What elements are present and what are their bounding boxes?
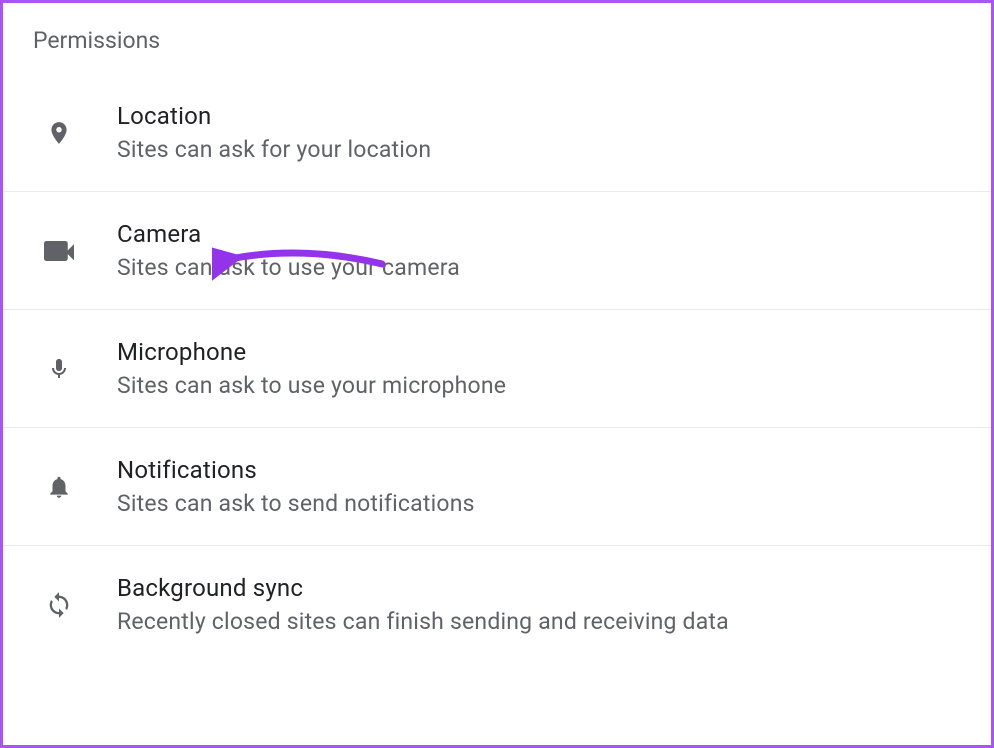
- permission-subtitle: Recently closed sites can finish sending…: [117, 608, 729, 635]
- permission-item-background-sync[interactable]: Background sync Recently closed sites ca…: [3, 546, 991, 663]
- permissions-panel: Permissions Location Sites can ask for y…: [0, 0, 994, 748]
- permission-subtitle: Sites can ask to send notifications: [117, 490, 475, 517]
- permission-text: Microphone Sites can ask to use your mic…: [117, 338, 506, 399]
- microphone-icon: [43, 353, 75, 385]
- permission-text: Location Sites can ask for your location: [117, 102, 431, 163]
- permission-title: Microphone: [117, 338, 506, 366]
- permission-list: Location Sites can ask for your location…: [3, 66, 991, 663]
- permission-item-camera[interactable]: Camera Sites can ask to use your camera: [3, 192, 991, 310]
- permission-text: Camera Sites can ask to use your camera: [117, 220, 460, 281]
- sync-icon: [43, 589, 75, 621]
- permission-title: Location: [117, 102, 431, 130]
- location-icon: [43, 117, 75, 149]
- permission-subtitle: Sites can ask to use your camera: [117, 254, 460, 281]
- permission-text: Background sync Recently closed sites ca…: [117, 574, 729, 635]
- permission-subtitle: Sites can ask for your location: [117, 136, 431, 163]
- permission-item-microphone[interactable]: Microphone Sites can ask to use your mic…: [3, 310, 991, 428]
- permission-subtitle: Sites can ask to use your microphone: [117, 372, 506, 399]
- permission-title: Background sync: [117, 574, 729, 602]
- permission-item-location[interactable]: Location Sites can ask for your location: [3, 66, 991, 192]
- permission-item-notifications[interactable]: Notifications Sites can ask to send noti…: [3, 428, 991, 546]
- camera-icon: [43, 235, 75, 267]
- permission-text: Notifications Sites can ask to send noti…: [117, 456, 475, 517]
- notifications-icon: [43, 471, 75, 503]
- permission-title: Camera: [117, 220, 460, 248]
- permission-title: Notifications: [117, 456, 475, 484]
- section-header: Permissions: [3, 3, 991, 66]
